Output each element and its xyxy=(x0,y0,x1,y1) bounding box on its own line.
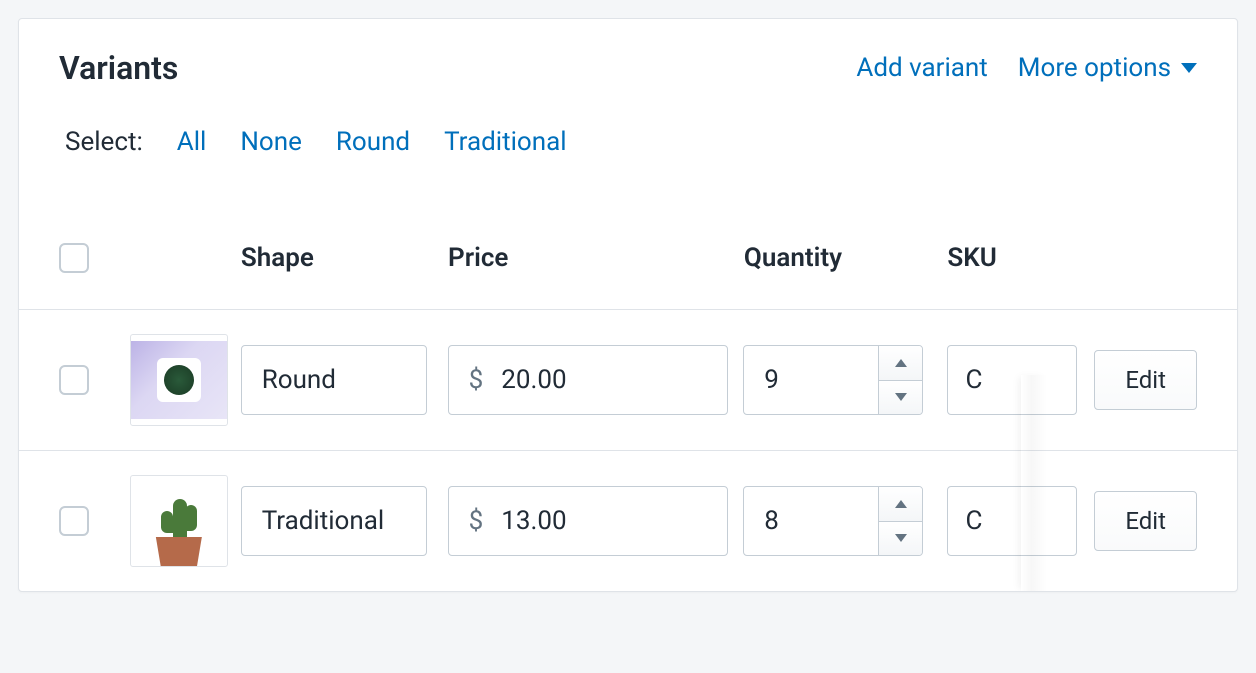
quantity-stepper[interactable]: 9 xyxy=(743,345,923,415)
add-variant-button[interactable]: Add variant xyxy=(856,53,987,83)
variants-card: Variants Add variant More options Select… xyxy=(18,18,1238,592)
page-title: Variants xyxy=(59,49,178,87)
variant-thumbnail[interactable] xyxy=(130,475,228,567)
card-header: Variants Add variant More options xyxy=(19,19,1237,87)
select-filter-all[interactable]: All xyxy=(177,127,207,157)
quantity-decrement[interactable] xyxy=(879,380,922,415)
edit-button[interactable]: Edit xyxy=(1094,491,1197,551)
select-filter-none[interactable]: None xyxy=(240,127,302,157)
sku-input[interactable]: C xyxy=(947,486,1077,556)
sku-input[interactable]: C xyxy=(947,345,1077,415)
variants-table: Shape Price Quantity SKU Round xyxy=(19,197,1237,591)
caret-up-icon xyxy=(895,359,907,367)
more-options-label: More options xyxy=(1018,53,1171,83)
caret-up-icon xyxy=(895,500,907,508)
currency-symbol: $ xyxy=(469,506,484,536)
column-header-price: Price xyxy=(448,243,744,273)
table-header: Shape Price Quantity SKU xyxy=(19,197,1237,309)
table-row: Traditional $ 13.00 8 xyxy=(19,450,1237,591)
currency-symbol: $ xyxy=(469,365,484,395)
price-value: 20.00 xyxy=(501,365,566,395)
quantity-decrement[interactable] xyxy=(879,521,922,556)
select-all-checkbox[interactable] xyxy=(59,243,89,273)
select-filter-traditional[interactable]: Traditional xyxy=(444,127,566,157)
column-header-quantity: Quantity xyxy=(744,243,947,273)
quantity-stepper[interactable]: 8 xyxy=(743,486,923,556)
price-input[interactable]: $ 20.00 xyxy=(448,345,728,415)
shape-input[interactable]: Round xyxy=(241,345,427,415)
select-label: Select: xyxy=(65,127,143,157)
quantity-increment[interactable] xyxy=(879,487,922,521)
select-filter-round[interactable]: Round xyxy=(336,127,410,157)
caret-down-icon xyxy=(895,534,907,542)
more-options-button[interactable]: More options xyxy=(1018,53,1197,83)
row-checkbox[interactable] xyxy=(59,506,89,536)
row-checkbox[interactable] xyxy=(59,365,89,395)
chevron-down-icon xyxy=(1181,63,1197,73)
table-row: Round $ 20.00 9 xyxy=(19,309,1237,450)
edit-button[interactable]: Edit xyxy=(1094,350,1197,410)
price-value: 13.00 xyxy=(501,506,566,536)
quantity-increment[interactable] xyxy=(879,346,922,380)
quantity-value: 8 xyxy=(744,487,878,555)
header-actions: Add variant More options xyxy=(856,53,1197,83)
variant-thumbnail[interactable] xyxy=(130,334,228,426)
column-header-sku: SKU xyxy=(947,243,1095,273)
shape-input[interactable]: Traditional xyxy=(241,486,427,556)
quantity-value: 9 xyxy=(744,346,878,414)
price-input[interactable]: $ 13.00 xyxy=(448,486,728,556)
column-header-shape: Shape xyxy=(241,243,448,273)
select-filters: Select: All None Round Traditional xyxy=(19,87,1237,197)
caret-down-icon xyxy=(895,393,907,401)
